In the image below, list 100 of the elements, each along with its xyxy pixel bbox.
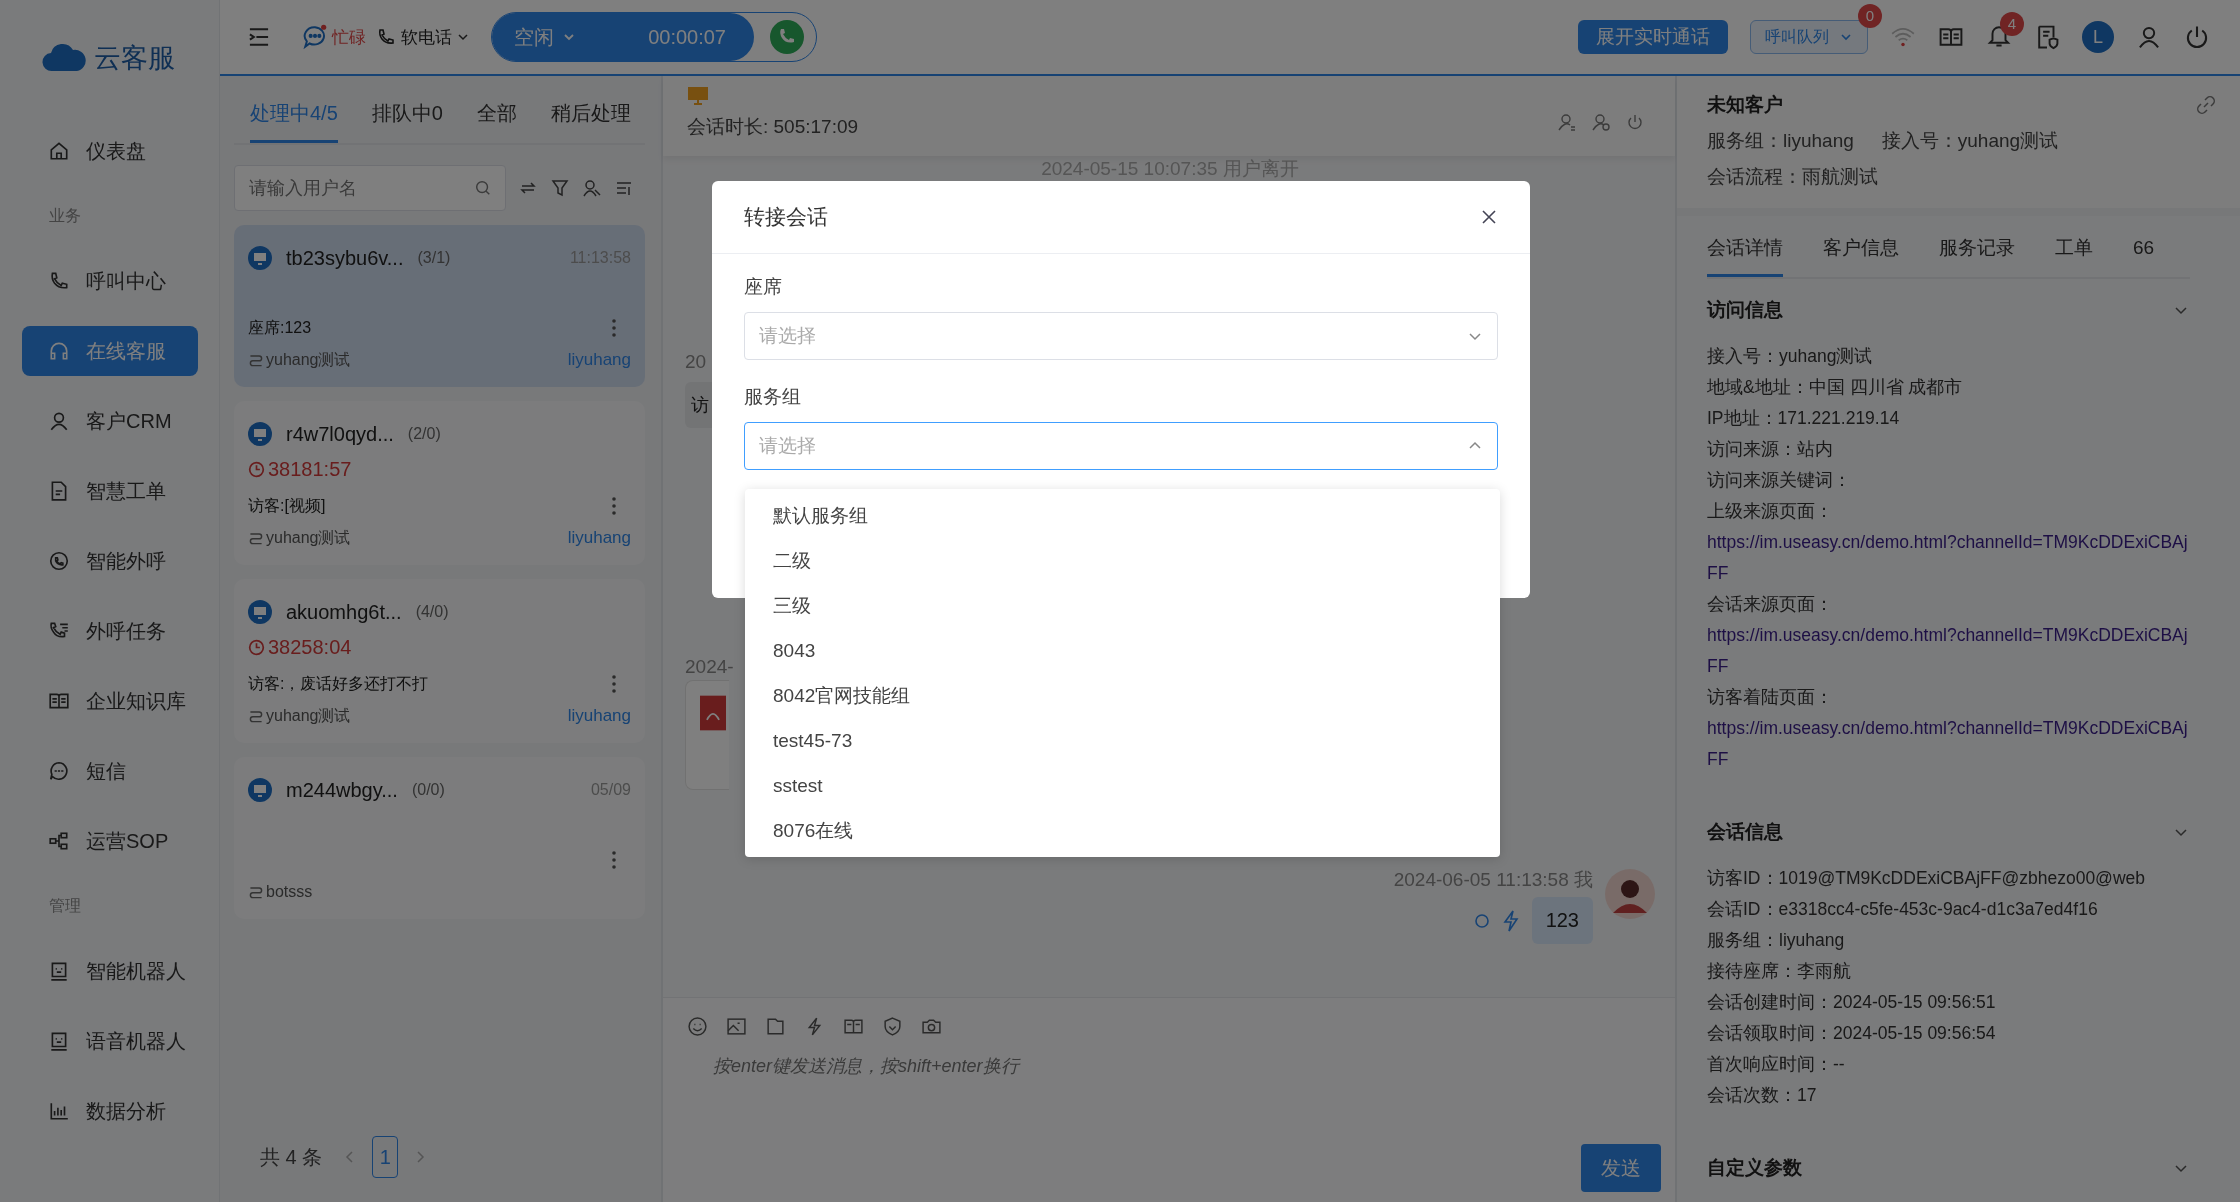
status-circle-icon xyxy=(1473,912,1490,929)
soft-phone-dropdown[interactable]: 软电话 xyxy=(401,25,452,49)
dropdown-option[interactable]: test45-73 xyxy=(745,718,1500,763)
more-icon[interactable] xyxy=(611,850,617,870)
session-tab[interactable]: 排队中0 xyxy=(371,90,443,140)
busy-status[interactable]: 忙碌 xyxy=(332,25,366,49)
visitor-name: akuomhg6t... xyxy=(286,600,402,624)
nav-item[interactable]: 外呼任务 xyxy=(22,606,198,656)
more-icon[interactable] xyxy=(611,496,617,516)
dialog-title: 转接会话 xyxy=(744,204,828,230)
book-icon[interactable] xyxy=(843,1016,864,1037)
session-card[interactable]: akuomhg6t... (4/0) 38258:04 访客:，废话好多还打不打 yuhang测试 liyuhang xyxy=(234,579,645,743)
select-field[interactable]: 请选择 xyxy=(744,312,1498,360)
close-icon[interactable] xyxy=(1480,208,1498,226)
emoji-icon[interactable] xyxy=(687,1016,708,1037)
page-link[interactable]: https://im.useasy.cn/demo.html?channelId=TM9KcDDExiCBAjFF xyxy=(1707,620,2190,682)
dropdown-option[interactable]: 8043 xyxy=(745,628,1500,673)
info-row-text: 访问来源关键词： xyxy=(1707,469,1852,492)
block-user-icon[interactable] xyxy=(1591,112,1611,132)
page-link[interactable]: https://im.useasy.cn/demo.html?channelId=TM9KcDDExiCBAjFF xyxy=(1707,527,2190,589)
detail-tab[interactable]: 服务记录 xyxy=(1939,222,2015,274)
route-name: yuhang测试 xyxy=(266,705,351,726)
user-avatar[interactable]: L xyxy=(2082,21,2114,53)
chevron-down-icon[interactable] xyxy=(457,31,469,43)
notification-badge: 4 xyxy=(2000,12,2024,36)
detail-tab[interactable]: 66 xyxy=(2133,222,2155,274)
session-card[interactable]: r4w7l0qyd... (2/0) 38181:57 访客:[视频] yuhang测试 liyuhang xyxy=(234,401,645,565)
call-queue-label[interactable]: 呼叫队列 xyxy=(1765,26,1829,48)
nav-item[interactable]: 智能机器人 xyxy=(22,946,198,996)
user-icon xyxy=(48,410,70,432)
monitor-icon xyxy=(248,600,272,624)
page-button[interactable]: 1 xyxy=(372,1136,399,1178)
nav-item[interactable]: 智慧工单 xyxy=(22,466,198,516)
last-message: 访客:，废话好多还打不打 xyxy=(248,673,429,694)
folder-icon[interactable] xyxy=(765,1016,786,1037)
nav-item[interactable]: 客户CRM xyxy=(22,396,198,446)
info-row-text: 服务组：liyuhang xyxy=(1707,929,1846,952)
monitor-icon xyxy=(248,246,272,270)
dropdown-option[interactable]: 8076在线 xyxy=(745,808,1500,853)
info-row-text: 会话次数：17 xyxy=(1707,1084,1818,1107)
power-icon[interactable] xyxy=(1625,112,1645,132)
filter-icon[interactable] xyxy=(550,178,570,198)
detail-tab[interactable]: 会话详情 xyxy=(1707,222,1783,277)
info-row-text: 访问来源：站内 xyxy=(1707,438,1834,461)
last-message: 访客:[视频] xyxy=(248,495,326,516)
field-label: 服务组 xyxy=(744,386,802,408)
message-count: (3/1) xyxy=(417,249,451,267)
call-timer: 00:00:07 xyxy=(648,25,726,49)
agent-name: liyuhang xyxy=(567,528,631,548)
route-icon xyxy=(248,884,264,900)
session-tab[interactable]: 稍后处理 xyxy=(550,90,631,140)
power-icon[interactable] xyxy=(2184,24,2210,50)
live-call-button[interactable]: 展开实时通话 xyxy=(1578,20,1728,54)
dropdown-option[interactable]: 8042官网技能组 xyxy=(745,673,1500,718)
agent-state-dropdown[interactable]: 空闲 xyxy=(514,23,554,51)
link-icon[interactable] xyxy=(2196,95,2216,115)
session-tab[interactable]: 处理中4/5 xyxy=(250,90,338,143)
dropdown-option[interactable]: 二级 xyxy=(745,538,1500,583)
user-icon[interactable] xyxy=(2136,24,2162,50)
dropdown-option[interactable]: 三级 xyxy=(745,583,1500,628)
session-tab[interactable]: 全部 xyxy=(476,90,517,140)
call-queue-dropdown[interactable]: 呼叫队列 xyxy=(1750,20,1868,54)
detail-tab[interactable]: 客户信息 xyxy=(1823,222,1899,274)
nav-item[interactable]: 仪表盘 xyxy=(22,126,198,176)
nav-item[interactable]: 短信 xyxy=(22,746,198,796)
more-icon[interactable] xyxy=(611,674,617,694)
info-row-text: 会话ID：e3318cc4-c5fe-453c-9ac4-d1c3a7ed4f16 xyxy=(1707,898,2099,921)
search-field[interactable]: 请输入用户名 xyxy=(234,165,506,211)
image-icon[interactable] xyxy=(726,1016,747,1037)
nav-item[interactable]: 运营SOP xyxy=(22,816,198,866)
clock-icon xyxy=(248,638,265,656)
nav-item[interactable]: 数据分析 xyxy=(22,1086,198,1136)
dropdown-option[interactable]: sstest xyxy=(745,763,1500,808)
session-flow: 会话流程：雨航测试 xyxy=(1707,165,1878,189)
nav-item[interactable]: 在线客服 xyxy=(22,326,198,376)
monitor-icon xyxy=(687,86,709,106)
nav-item[interactable]: 语音机器人 xyxy=(22,1016,198,1066)
shield-icon[interactable] xyxy=(882,1016,903,1037)
nav-item[interactable]: 企业知识库 xyxy=(22,676,198,726)
search-icon[interactable] xyxy=(474,179,492,197)
agent-name: liyuhang xyxy=(567,350,631,370)
nav-item[interactable]: 呼叫中心 xyxy=(22,256,198,306)
nav-group-label: 业务 xyxy=(48,206,82,226)
message-input[interactable]: 按enter键发送消息，按shift+enter换行 xyxy=(711,1055,1651,1078)
phone-icon xyxy=(48,270,70,292)
nav-item[interactable]: 智能外呼 xyxy=(22,536,198,586)
headset-icon xyxy=(48,340,70,362)
dropdown-option[interactable]: 默认服务组 xyxy=(745,493,1500,538)
section-title: 自定义参数 xyxy=(1707,1156,1802,1180)
phone-icon[interactable] xyxy=(770,20,804,54)
service-group: 服务组：liyuhang xyxy=(1707,128,1854,154)
camera-icon[interactable] xyxy=(921,1016,942,1037)
users-icon[interactable] xyxy=(582,178,602,198)
page-link[interactable]: https://im.useasy.cn/demo.html?channelId=TM9KcDDExiCBAjFF xyxy=(1707,713,2190,775)
visitor-name: r4w7l0qyd... xyxy=(286,422,394,446)
transfer-user-icon[interactable] xyxy=(1557,112,1577,132)
send-button[interactable]: 发送 xyxy=(1581,1144,1661,1192)
more-icon[interactable] xyxy=(611,318,617,338)
detail-tab[interactable]: 工单 xyxy=(2055,222,2093,274)
session-duration: 会话时长: 505:17:09 xyxy=(687,115,859,139)
